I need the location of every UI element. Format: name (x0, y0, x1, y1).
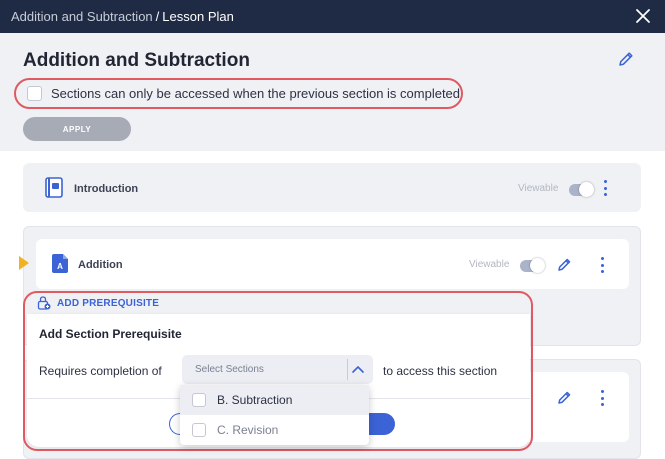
select-divider (347, 359, 348, 380)
dropdown-option-subtraction[interactable]: B. Subtraction (180, 385, 369, 415)
section-document-icon: A (52, 254, 68, 273)
lesson-header: Addition and Subtraction Sections can on… (0, 33, 665, 151)
breadcrumb-parent[interactable]: Addition and Subtraction (11, 9, 153, 24)
book-icon (45, 177, 63, 198)
svg-text:A: A (57, 262, 63, 271)
viewable-toggle[interactable] (520, 258, 545, 273)
select-sections-dropdown[interactable]: Select Sections (182, 355, 373, 384)
more-options-icon[interactable] (599, 257, 605, 273)
current-section-arrow-icon (19, 256, 29, 270)
section-card-introduction[interactable]: Introduction Viewable (23, 163, 641, 212)
lock-add-icon (37, 296, 51, 310)
apply-button[interactable]: APPLY (23, 117, 131, 141)
select-placeholder: Select Sections (195, 364, 264, 375)
more-options-icon[interactable] (602, 180, 608, 196)
option-checkbox[interactable] (192, 423, 206, 437)
section-title-introduction: Introduction (74, 183, 139, 195)
requires-completion-label: Requires completion of (39, 364, 162, 378)
viewable-label: Viewable (518, 183, 559, 194)
option-label: B. Subtraction (217, 393, 293, 407)
dropdown-option-revision[interactable]: C. Revision (180, 415, 369, 445)
chevron-up-icon[interactable] (351, 363, 365, 375)
breadcrumb-current: Lesson Plan (162, 9, 234, 24)
viewable-toggle[interactable] (569, 182, 594, 197)
toggle-knob (530, 258, 545, 273)
edit-title-pencil-icon[interactable] (617, 50, 635, 68)
section-row-addition[interactable]: A Addition Viewable (36, 239, 629, 289)
restrict-access-checkbox[interactable] (27, 86, 42, 101)
section-title-addition: Addition (78, 259, 123, 271)
sections-dropdown-menu: B. Subtraction C. Revision (180, 385, 369, 445)
add-prerequisite-link[interactable]: ADD PREREQUISITE (37, 296, 159, 310)
breadcrumb-separator: / (155, 9, 160, 24)
restrict-access-label[interactable]: Sections can only be accessed when the p… (51, 86, 460, 101)
page-title: Addition and Subtraction (23, 50, 250, 71)
edit-pencil-icon[interactable] (557, 256, 573, 272)
option-label: C. Revision (217, 423, 279, 437)
prerequisite-title: Add Section Prerequisite (39, 327, 182, 341)
viewable-label: Viewable (469, 259, 510, 270)
more-options-icon[interactable] (599, 390, 605, 406)
top-bar: Addition and Subtraction / Lesson Plan (0, 0, 665, 33)
option-checkbox[interactable] (192, 393, 206, 407)
access-section-label: to access this section (383, 364, 498, 378)
close-icon[interactable] (635, 8, 651, 24)
toggle-knob (579, 182, 594, 197)
add-prerequisite-label: ADD PREREQUISITE (57, 297, 160, 309)
restrict-access-option: Sections can only be accessed when the p… (14, 78, 463, 109)
edit-pencil-icon[interactable] (557, 389, 573, 405)
